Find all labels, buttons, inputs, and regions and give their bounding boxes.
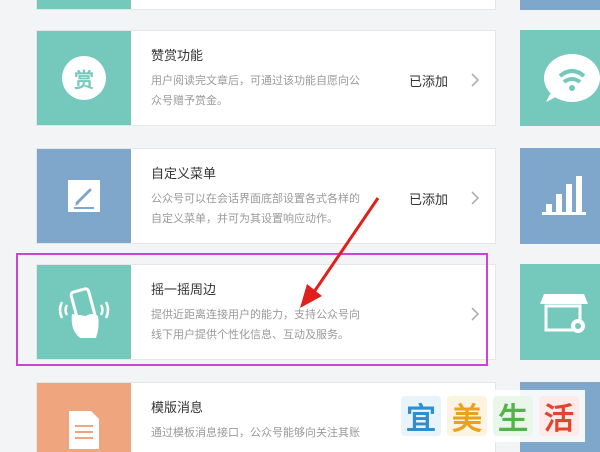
reward-coin-icon: 赏	[62, 56, 106, 100]
reward-icon-char: 赏	[74, 67, 94, 92]
feature-tile: 赏	[37, 31, 131, 125]
status-added: 已添加	[409, 75, 449, 90]
desc-line: 用户阅读完文章后，可通过该功能自愿向公	[151, 74, 360, 87]
feature-title: 自定义菜单	[151, 167, 217, 182]
feature-description: 用户阅读完文章后，可通过该功能自愿向公 众号赠予赏金。	[151, 71, 391, 111]
right-tile-store[interactable]	[520, 264, 600, 360]
feature-title: 模版消息	[151, 401, 204, 416]
feature-tile	[37, 383, 131, 452]
store-settings-icon	[540, 294, 588, 333]
right-tile-stats[interactable]	[520, 148, 600, 244]
watermark-char: 宜	[401, 396, 441, 437]
chevron-right-icon[interactable]	[469, 71, 481, 89]
highlight-box	[16, 253, 488, 366]
feature-description: 公众号可以在会话界面底部设置各式各样的 自定义菜单，并可为其设置响应动作。	[151, 189, 391, 229]
feature-title: 赞赏功能	[151, 49, 204, 64]
desc-line: 众号赠予赏金。	[151, 94, 228, 107]
desc-line: 自定义菜单，并可为其设置响应动作。	[151, 212, 338, 225]
wifi-chat-icon	[544, 54, 600, 102]
desc-line: 公众号可以在会话界面底部设置各式各样的	[151, 192, 360, 205]
right-tile-wifi[interactable]	[520, 30, 600, 126]
status-added: 已添加	[409, 193, 449, 208]
feature-tile	[37, 149, 131, 243]
pencil-edit-icon	[68, 180, 100, 212]
feature-description: 通过模板消息接口，公众号能够向关注其账	[151, 423, 391, 443]
right-tile-top-partial	[520, 0, 600, 10]
document-lines-icon	[69, 411, 99, 449]
desc-line: 通过模板消息接口，公众号能够向关注其账	[151, 426, 360, 439]
watermark-logo: 宜 美 生 活	[395, 390, 585, 442]
feature-card-reward[interactable]: 赏 赞赏功能 用户阅读完文章后，可通过该功能自愿向公 众号赠予赏金。 已添加	[36, 30, 496, 126]
bar-chart-icon	[542, 176, 586, 215]
previous-card-bottom	[36, 0, 496, 10]
chevron-right-icon[interactable]	[469, 189, 481, 207]
feature-card-custom-menu[interactable]: 自定义菜单 公众号可以在会话界面底部设置各式各样的 自定义菜单，并可为其设置响应…	[36, 148, 496, 244]
watermark-char: 美	[447, 396, 487, 437]
watermark-char: 活	[539, 396, 579, 437]
watermark-char: 生	[493, 396, 533, 437]
